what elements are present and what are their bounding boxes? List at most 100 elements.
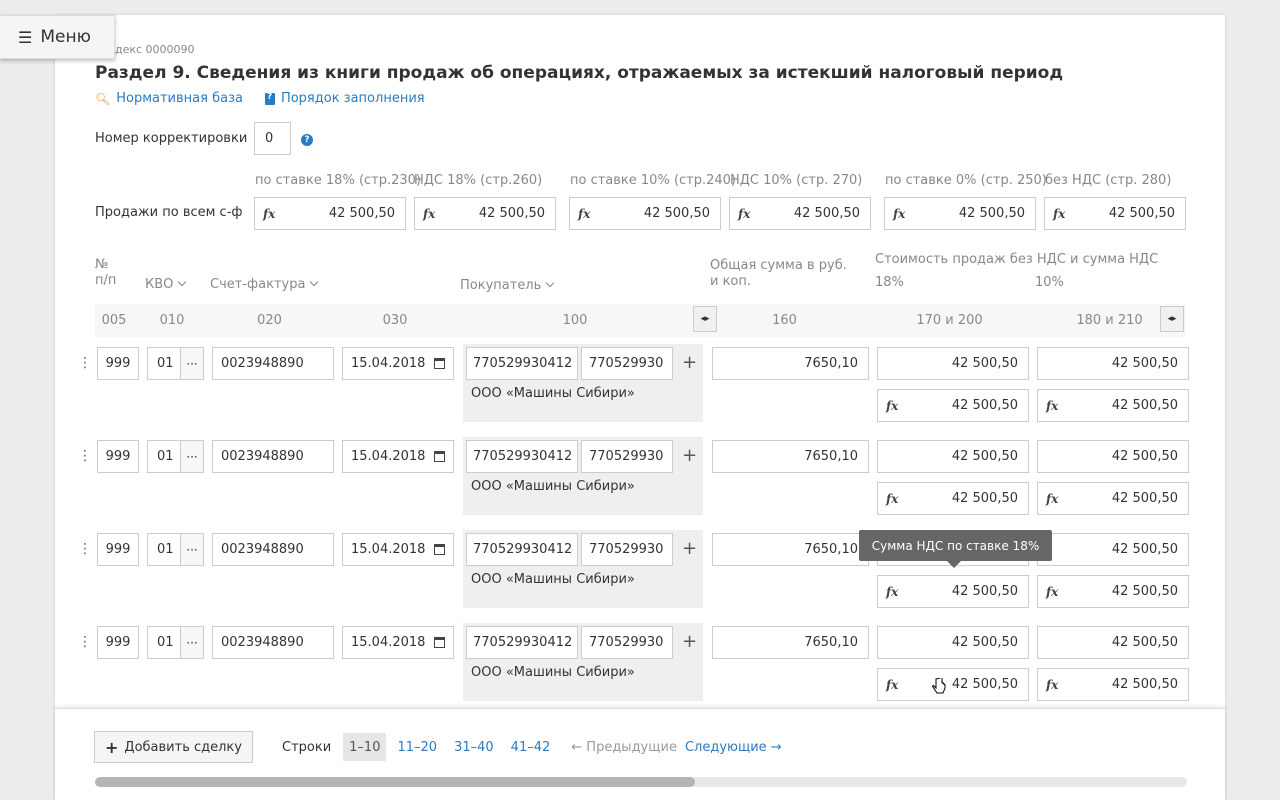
kvo-field[interactable]: 01 [147, 533, 181, 566]
horizontal-scrollbar[interactable] [95, 777, 1187, 787]
add-buyer-icon[interactable]: + [682, 445, 697, 466]
menu-label: Меню [40, 27, 91, 47]
total-amount-field[interactable]: 7650,10 [712, 626, 869, 659]
buyer-kpp-field[interactable]: 770529930 [581, 626, 673, 659]
buyer-inn-field[interactable]: 770529930412 [466, 440, 578, 473]
calendar-icon[interactable] [434, 637, 445, 648]
total-18-vat-field[interactable]: fx 42 500,50 [414, 197, 556, 230]
caption-10-vat: НДС 10% (стр. 270) [730, 173, 863, 188]
page-1-10[interactable]: 1–10 [343, 733, 387, 761]
vat-10-field[interactable]: fx 42 500,50 [1037, 668, 1189, 701]
caption-no-vat: без НДС (стр. 280) [1045, 173, 1172, 188]
value-10-field[interactable]: 42 500,50 [1037, 626, 1189, 659]
total-0-sales-field[interactable]: fx 42 500,50 [884, 197, 1036, 230]
buyer-name: ООО «Машины Сибири» [471, 572, 635, 587]
total-18-sales-field[interactable]: fx 42 500,50 [254, 197, 406, 230]
code-160: 160 [772, 313, 797, 328]
prev-page-link[interactable]: ← Предыдущие [571, 740, 677, 755]
buyer-kpp-field[interactable]: 770529930 [581, 347, 673, 380]
scroll-columns-right-button[interactable]: ◂▸ [1160, 306, 1184, 332]
total-10-vat-field[interactable]: fx 42 500,50 [729, 197, 871, 230]
total-10-sales-field[interactable]: fx 42 500,50 [569, 197, 721, 230]
header-rate-18: 18% [875, 275, 904, 290]
total-amount-field[interactable]: 7650,10 [712, 440, 869, 473]
value-10-field[interactable]: 42 500,50 [1037, 440, 1189, 473]
row-num-field[interactable]: 999 [97, 440, 139, 473]
page-11-20[interactable]: 11–20 [391, 733, 443, 761]
normative-base-link[interactable]: 🔍︎ Нормативная база [95, 91, 243, 106]
vat-18-field[interactable]: fx 42 500,50 [877, 389, 1029, 422]
invoice-number-field[interactable]: 0023948890 [212, 626, 334, 659]
menu-button[interactable]: ☰ Меню [0, 15, 115, 59]
vat-10-field[interactable]: fx 42 500,50 [1037, 575, 1189, 608]
next-page-link[interactable]: Следующие → [685, 740, 782, 755]
buyer-inn-field[interactable]: 770529930412 [466, 626, 578, 659]
footer-bar: + Добавить сделку Строки 1–10 11–20 31–40… [55, 708, 1225, 800]
vat-10-field[interactable]: fx 42 500,50 [1037, 482, 1189, 515]
total-amount-field[interactable]: 7650,10 [712, 533, 869, 566]
code-030: 030 [382, 313, 408, 328]
buyer-kpp-field[interactable]: 770529930 [581, 533, 673, 566]
calendar-icon[interactable] [434, 358, 445, 369]
row-menu-icon[interactable]: ⋮ [78, 541, 92, 557]
row-num-field[interactable]: 999 [97, 626, 139, 659]
kvo-field[interactable]: 01 [147, 440, 181, 473]
correction-number-input[interactable]: 0 [254, 122, 291, 155]
page-31-40[interactable]: 31–40 [448, 733, 500, 761]
row-num-field[interactable]: 999 [97, 347, 139, 380]
add-deal-button[interactable]: + Добавить сделку [94, 731, 253, 763]
vat-18-field[interactable]: fx 42 500,50 [877, 482, 1029, 515]
formula-icon: fx [893, 206, 906, 221]
kvo-picker-button[interactable]: ··· [180, 347, 204, 380]
total-amount-field[interactable]: 7650,10 [712, 347, 869, 380]
hamburger-icon: ☰ [18, 27, 33, 47]
formula-icon: fx [423, 206, 436, 221]
scrollbar-thumb[interactable] [95, 777, 695, 787]
pagination: Строки 1–10 11–20 31–40 41–42 ← Предыдущ… [282, 733, 782, 761]
invoice-date-field[interactable]: 15.04.2018 [342, 626, 454, 659]
invoice-date-field[interactable]: 15.04.2018 [342, 440, 454, 473]
value-18-field[interactable]: 42 500,50 [877, 440, 1029, 473]
value-10-field[interactable]: 42 500,50 [1037, 533, 1189, 566]
header-invoice[interactable]: Счет-фактура [210, 277, 319, 292]
hand-cursor-icon [932, 678, 946, 694]
vat-18-field[interactable]: fx 42 500,50 [877, 575, 1029, 608]
add-buyer-icon[interactable]: + [682, 631, 697, 652]
buyer-inn-field[interactable]: 770529930412 [466, 533, 578, 566]
invoice-date-field[interactable]: 15.04.2018 [342, 347, 454, 380]
add-buyer-icon[interactable]: + [682, 538, 697, 559]
invoice-number-field[interactable]: 0023948890 [212, 440, 334, 473]
value-18-field[interactable]: 42 500,50 [877, 626, 1029, 659]
fill-order-link[interactable]: Порядок заполнения [264, 91, 425, 106]
vat-10-field[interactable]: fx 42 500,50 [1037, 389, 1189, 422]
header-buyer[interactable]: Покупатель [460, 278, 555, 293]
add-buyer-icon[interactable]: + [682, 352, 697, 373]
vat-18-field[interactable]: fx 42 500,50 [877, 668, 1029, 701]
total-no-vat-field[interactable]: fx 42 500,50 [1044, 197, 1186, 230]
kvo-field[interactable]: 01 [147, 626, 181, 659]
invoice-date-field[interactable]: 15.04.2018 [342, 533, 454, 566]
value-18-field[interactable]: 42 500,50 [877, 347, 1029, 380]
kvo-picker-button[interactable]: ··· [180, 533, 204, 566]
kvo-picker-button[interactable]: ··· [180, 626, 204, 659]
scroll-columns-left-button[interactable]: ◂▸ [693, 306, 717, 332]
kvo-picker-button[interactable]: ··· [180, 440, 204, 473]
row-menu-icon[interactable]: ⋮ [78, 634, 92, 650]
invoice-number-field[interactable]: 0023948890 [212, 347, 334, 380]
kvo-field[interactable]: 01 [147, 347, 181, 380]
row-menu-icon[interactable]: ⋮ [78, 355, 92, 371]
buyer-kpp-field[interactable]: 770529930 [581, 440, 673, 473]
chevron-down-icon [310, 277, 319, 287]
calendar-icon[interactable] [434, 451, 445, 462]
formula-icon: fx [1046, 398, 1059, 413]
invoice-number-field[interactable]: 0023948890 [212, 533, 334, 566]
row-menu-icon[interactable]: ⋮ [78, 448, 92, 464]
value-10-field[interactable]: 42 500,50 [1037, 347, 1189, 380]
buyer-inn-field[interactable]: 770529930412 [466, 347, 578, 380]
caption-18-sales: по ставке 18% (стр.230) [255, 173, 422, 188]
help-icon[interactable]: ? [301, 134, 313, 146]
page-41-42[interactable]: 41–42 [505, 733, 557, 761]
row-num-field[interactable]: 999 [97, 533, 139, 566]
header-kvo[interactable]: КВО [145, 277, 187, 292]
calendar-icon[interactable] [434, 544, 445, 555]
